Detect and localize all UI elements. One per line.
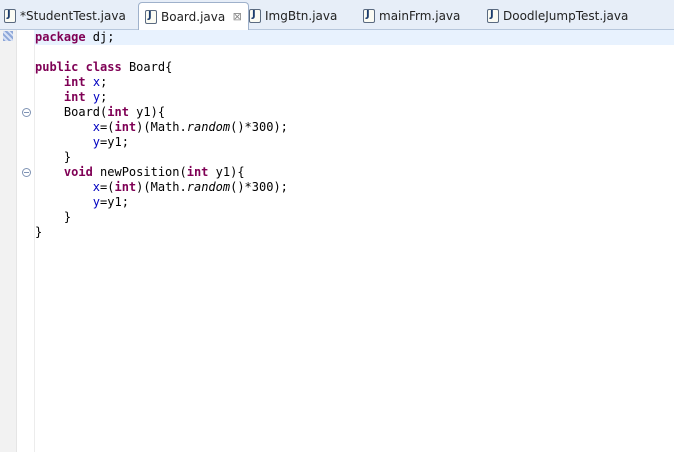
code-line: } (35, 225, 288, 240)
code-token: } (35, 225, 43, 239)
code-token: =( (100, 180, 115, 194)
keyword: int (186, 165, 209, 179)
code-line: y=y1; (35, 195, 288, 210)
current-line-marker (3, 31, 13, 41)
code-line: package dj; (35, 30, 288, 45)
code-token: )(Math. (136, 120, 187, 134)
code-token: ; (100, 75, 108, 89)
code-token: dj; (85, 30, 115, 44)
code-line: int x; (35, 75, 288, 90)
java-file-icon: J (487, 8, 499, 23)
code-line: public class Board{ (35, 60, 288, 75)
java-file-icon: J (145, 9, 157, 24)
field-token: y (92, 90, 101, 104)
code-token: ; (100, 90, 108, 104)
tab-doodlejumptest[interactable]: J DoodleJumpTest.java (487, 3, 628, 28)
code-line: void newPosition(int y1){ (35, 165, 288, 180)
keyword: class (85, 60, 122, 74)
tab-board[interactable]: J Board.java ⊠ (138, 2, 250, 30)
code-token: )(Math. (136, 180, 187, 194)
code-line: y=y1; (35, 135, 288, 150)
keyword: int (114, 120, 137, 134)
code-token: ()*300); (230, 180, 288, 194)
code-token: y1){ (208, 165, 245, 179)
fold-collapse-icon[interactable] (22, 168, 31, 177)
keyword: int (63, 90, 86, 104)
folding-gutter (17, 30, 35, 452)
close-icon[interactable]: ⊠ (232, 11, 242, 22)
code-line: } (35, 210, 288, 225)
code-line: x=(int)(Math.random()*300); (35, 180, 288, 195)
field-token: x (92, 120, 101, 134)
java-file-icon: J (249, 8, 261, 23)
code-token: ()*300); (230, 120, 288, 134)
tab-studenttest[interactable]: J *StudentTest.java (4, 3, 126, 28)
code-line: x=(int)(Math.random()*300); (35, 120, 288, 135)
tab-label: mainFrm.java (379, 8, 461, 23)
editor-tab-bar: J *StudentTest.java J Board.java ⊠ J Img… (0, 0, 674, 30)
keyword: package (35, 30, 86, 44)
field-token: x (92, 180, 101, 194)
keyword: int (114, 180, 137, 194)
keyword: int (63, 75, 86, 89)
code-line: Board(int y1){ (35, 105, 288, 120)
code-editor[interactable]: package dj; public class Board{ int x; i… (0, 30, 674, 452)
code-token: =y1; (100, 135, 129, 149)
tab-label: DoodleJumpTest.java (503, 8, 629, 23)
code-token: =( (100, 120, 115, 134)
keyword: int (107, 105, 129, 119)
overview-ruler (0, 30, 17, 452)
static-method-token: random (186, 120, 231, 134)
java-file-icon: J (4, 8, 16, 23)
keyword: void (63, 165, 93, 179)
code-token: } (63, 210, 72, 224)
tab-label: ImgBtn.java (265, 8, 338, 23)
field-token: y (92, 195, 101, 209)
code-token: newPosition( (92, 165, 187, 179)
code-token: =y1; (100, 195, 129, 209)
keyword: public (35, 60, 79, 74)
code-line: } (35, 150, 288, 165)
tab-label: *StudentTest.java (20, 8, 126, 23)
code-line: int y; (35, 90, 288, 105)
static-method-token: random (186, 180, 231, 194)
tab-imgbtn[interactable]: J ImgBtn.java (249, 3, 337, 28)
field-token: y (92, 135, 101, 149)
java-file-icon: J (363, 8, 375, 23)
tab-label: Board.java (161, 9, 226, 24)
code-token: Board( (63, 105, 108, 119)
code-token: } (63, 150, 72, 164)
code-token: Board{ (121, 60, 173, 74)
code-text[interactable]: package dj; public class Board{ int x; i… (35, 30, 288, 240)
code-token: y1){ (128, 105, 166, 119)
fold-collapse-icon[interactable] (22, 108, 31, 117)
field-token: x (92, 75, 101, 89)
tab-mainfrm[interactable]: J mainFrm.java (363, 3, 460, 28)
